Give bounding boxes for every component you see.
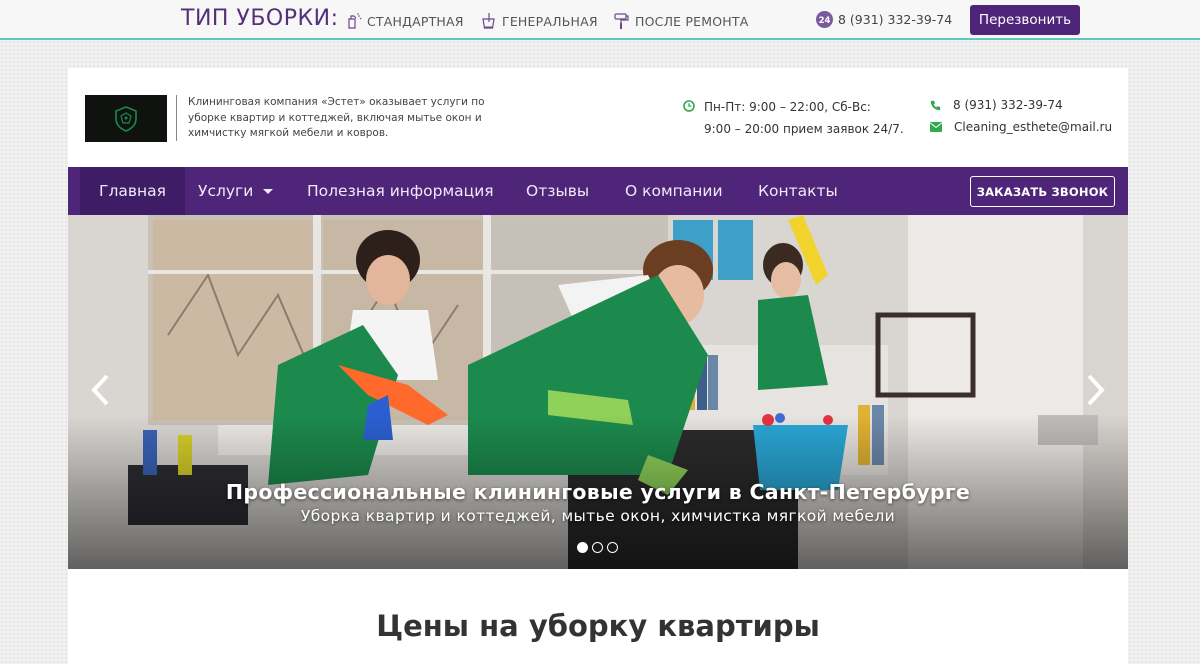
header-email[interactable]: Cleaning_esthete@mail.ru [930,120,1112,134]
phone-icon [930,100,941,110]
hero-slider: Профессиональные клининговые услуги в Са… [68,215,1128,569]
top-phone[interactable]: 24 8 (931) 332-39-74 [815,10,952,29]
paint-roller-icon [614,13,629,29]
envelope-icon [930,122,942,132]
slider-dot-1[interactable] [577,542,588,553]
nav-item-useful-info[interactable]: Полезная информация [307,167,494,215]
bucket-icon [482,13,495,29]
header-email-address: Cleaning_esthete@mail.ru [954,120,1113,134]
working-hours-line-2: 9:00 – 20:00 прием заявок 24/7. [704,122,904,136]
cleaning-type-label: ГЕНЕРАЛЬНАЯ [502,13,598,29]
cleaning-type-title: ТИП УБОРКИ: [181,6,339,31]
logo-divider [176,95,177,141]
nav-item-label: Главная [99,182,166,200]
nav-item-about[interactable]: О компании [625,167,723,215]
main-container: Клининговая компания «Эстет» оказывает у… [68,68,1128,664]
cleaning-type-bar: ТИП УБОРКИ: СТАНДАРТНАЯ ГЕНЕРАЛЬНАЯ ПОСЛ… [0,0,1200,40]
nav-item-label: Отзывы [526,182,590,200]
phone-24-icon: 24 [816,11,833,28]
clock-icon [683,100,695,112]
header-phone[interactable]: 8 (931) 332-39-74 [930,98,1063,112]
svg-text:24: 24 [819,16,831,26]
caret-down-icon [263,188,274,194]
slider-prev-arrow-icon[interactable] [85,370,115,410]
company-logo[interactable] [85,95,167,142]
slider-dots [577,542,618,553]
slider-next-arrow-icon[interactable] [1081,370,1111,410]
cleaning-type-label: ПОСЛЕ РЕМОНТА [635,13,749,29]
nav-item-label: Услуги [198,182,254,200]
working-hours-line-1: Пн-Пт: 9:00 – 22:00, Сб-Вс: [704,100,871,114]
slider-dot-3[interactable] [607,542,618,553]
header-phone-number: 8 (931) 332-39-74 [953,98,1063,112]
main-nav: Главная Услуги Полезная информация Отзыв… [68,167,1128,215]
nav-item-home[interactable]: Главная [80,167,185,215]
callback-button[interactable]: Перезвонить [970,5,1080,35]
hero-subtitle: Уборка квартир и коттеджей, мытье окон, … [300,507,896,525]
nav-item-services[interactable]: Услуги [198,167,274,215]
spray-icon [348,13,362,29]
shield-logo-icon [115,105,137,132]
prices-section-title: Цены на уборку квартиры [376,609,820,643]
order-call-button[interactable]: ЗАКАЗАТЬ ЗВОНОК [970,176,1115,207]
cleaning-type-after-repair[interactable]: ПОСЛЕ РЕМОНТА [613,12,748,30]
nav-item-contacts[interactable]: Контакты [758,167,838,215]
working-hours: Пн-Пт: 9:00 – 22:00, Сб-Вс: 9:00 – 20:00… [704,96,914,140]
company-description: Клининговая компания «Эстет» оказывает у… [188,96,485,139]
cleaning-type-standard[interactable]: СТАНДАРТНАЯ [345,12,464,30]
cleaning-type-general[interactable]: ГЕНЕРАЛЬНАЯ [480,12,598,30]
nav-item-label: О компании [625,182,723,200]
nav-item-label: Полезная информация [307,182,494,200]
slider-dot-2[interactable] [592,542,603,553]
hero-title: Профессиональные клининговые услуги в Са… [225,480,971,504]
cleaning-type-label: СТАНДАРТНАЯ [367,13,464,29]
nav-item-reviews[interactable]: Отзывы [526,167,589,215]
top-phone-number: 8 (931) 332-39-74 [838,12,953,27]
nav-item-label: Контакты [758,182,838,200]
